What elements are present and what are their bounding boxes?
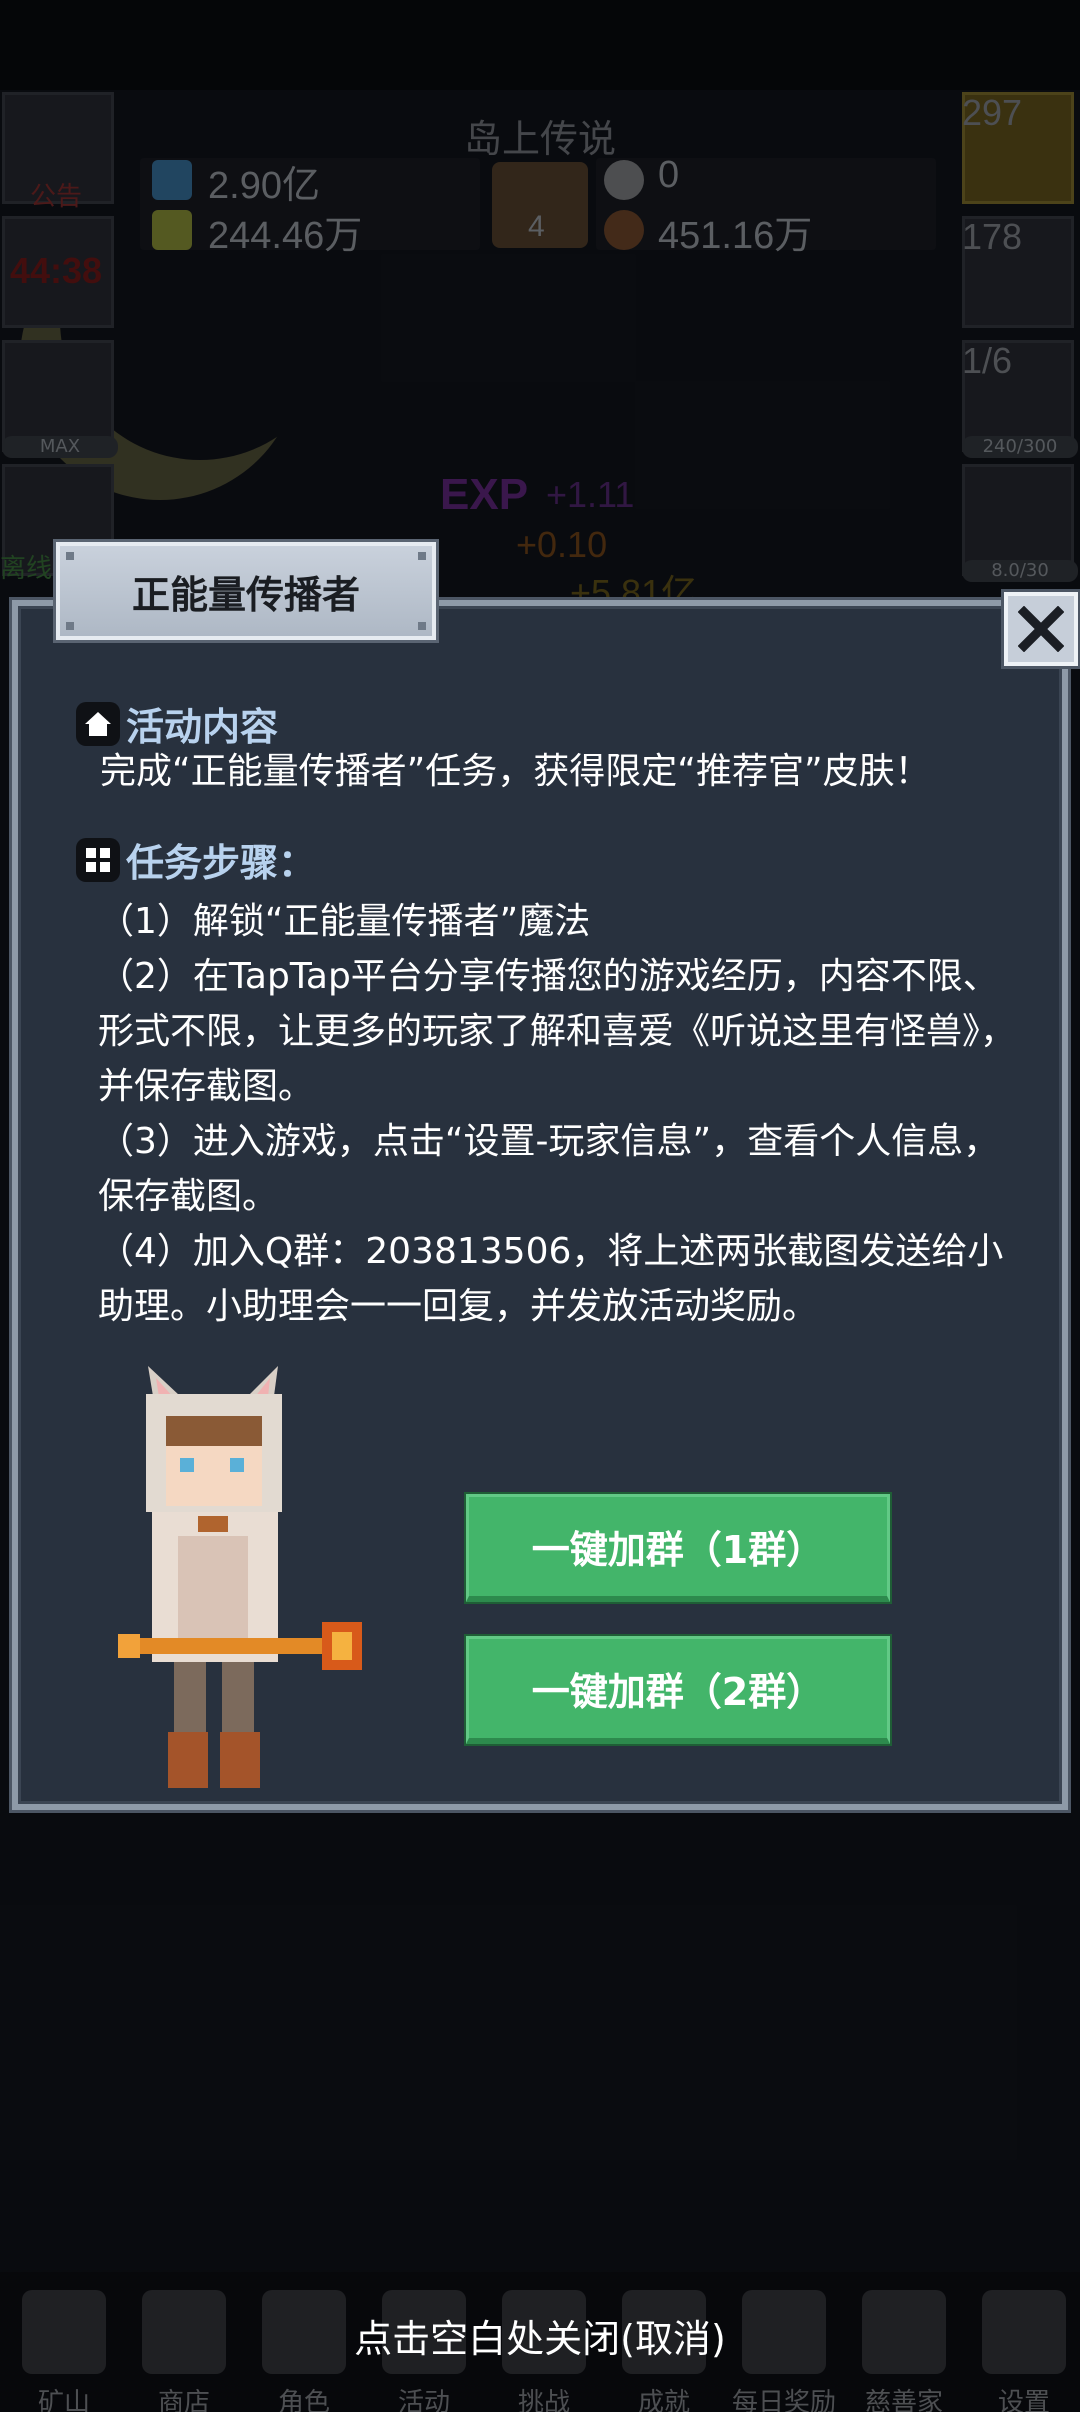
step-3: （3）进入游戏，点击“设置-玩家信息”，查看个人信息，保存截图。 (98, 1121, 1000, 1217)
close-button[interactable] (1004, 592, 1078, 666)
rivet-decoration (418, 552, 426, 560)
section-activity-title: 活动内容 (126, 705, 279, 749)
character-sprite (118, 1356, 368, 1796)
join-group-2-button[interactable]: 一键加群（2群） (466, 1636, 890, 1744)
dialog-title-text: 正能量传播者 (131, 572, 360, 617)
home-icon (76, 701, 120, 746)
step-4: （4）加入Q群：203813506，将上述两张截图发送给小助理。小助理会一一回复… (98, 1231, 1004, 1327)
rivet-decoration (66, 622, 74, 630)
grid-icon (76, 837, 120, 882)
section-activity-header: 活动内容 (76, 696, 278, 751)
section-steps-header: 任务步骤： (76, 832, 316, 887)
step-2: （2）在TapTap平台分享传播您的游戏经历，内容不限、形式不限，让更多的玩家了… (98, 956, 1017, 1107)
join-group-1-button[interactable]: 一键加群（1群） (466, 1494, 890, 1602)
rivet-decoration (418, 622, 426, 630)
step-1: （1）解锁“正能量传播者”魔法 (98, 901, 591, 942)
rivet-decoration (66, 552, 74, 560)
join-group-1-label: 一键加群（1群） (531, 1528, 825, 1572)
close-hint[interactable]: 点击空白处关闭(取消) (0, 2308, 1080, 2363)
section-steps-title: 任务步骤： (126, 841, 317, 885)
activity-description: 完成“正能量传播者”任务，获得限定“推荐官”皮肤！ (100, 751, 931, 792)
dialog-title: 正能量传播者 (56, 542, 436, 640)
close-icon (1018, 606, 1064, 652)
join-group-2-label: 一键加群（2群） (531, 1670, 825, 1714)
